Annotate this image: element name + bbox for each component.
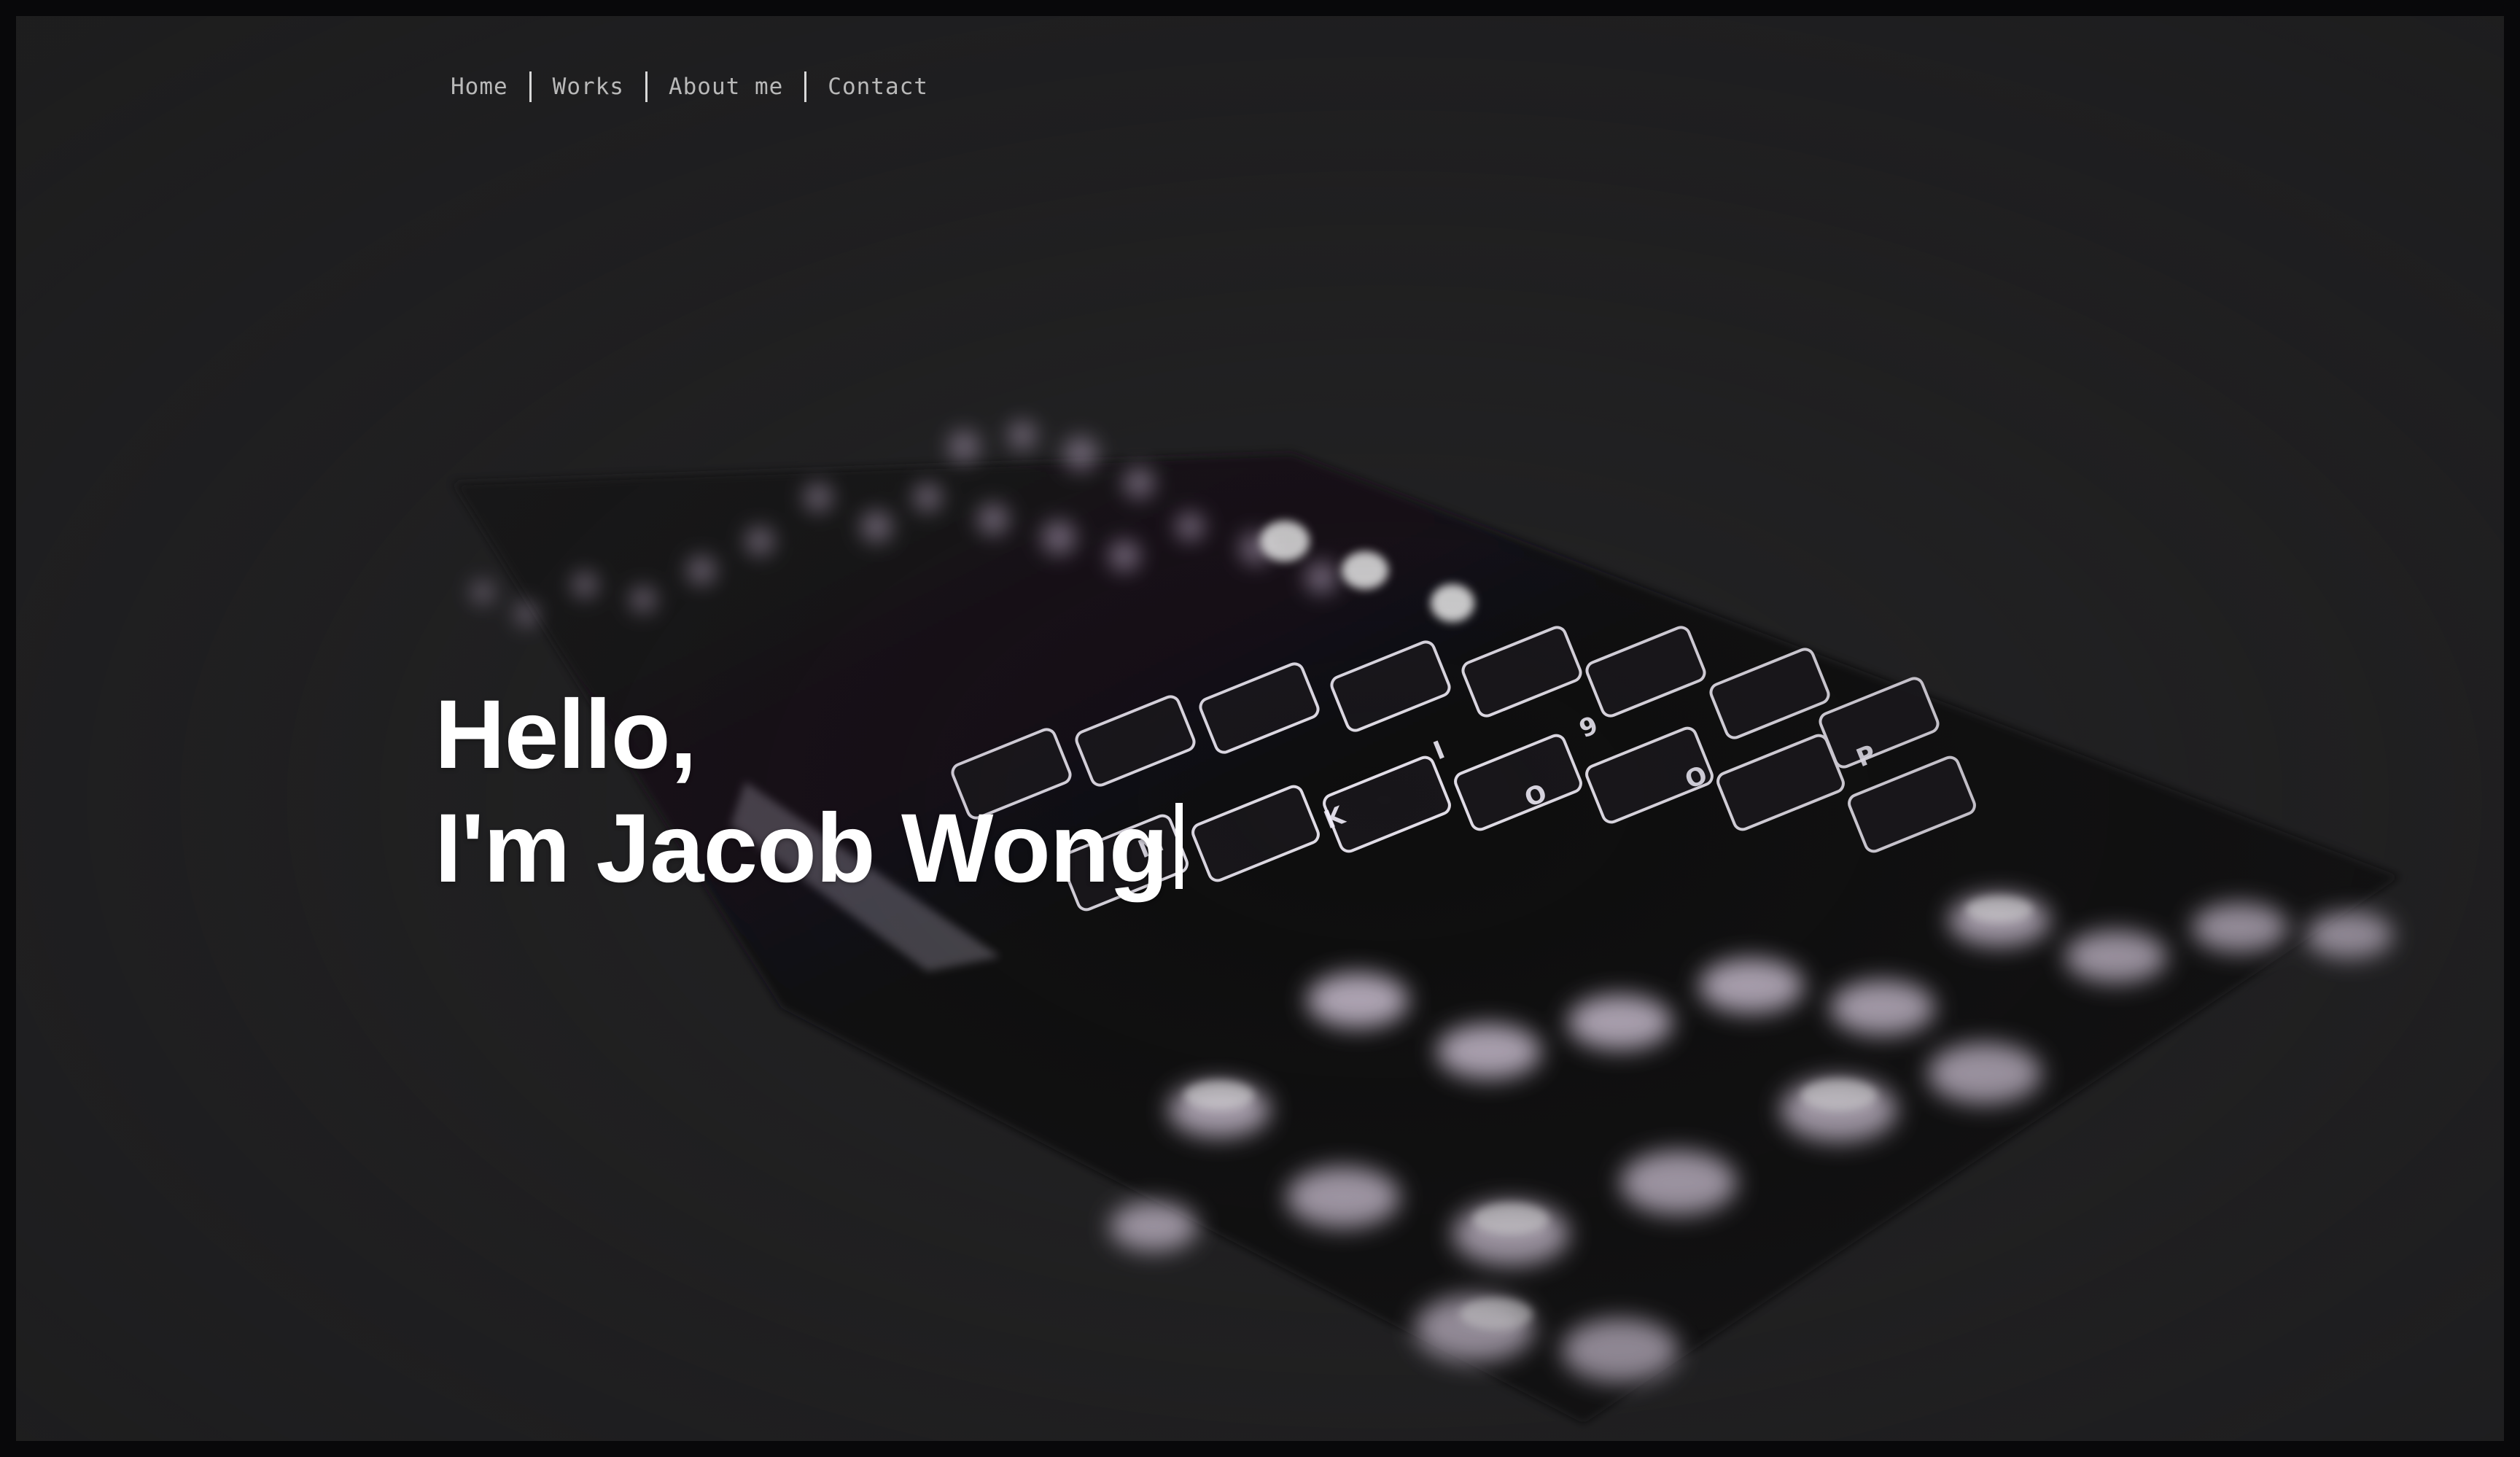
main-nav: Home Works About me Contact bbox=[451, 71, 949, 103]
nav-link-home[interactable]: Home bbox=[451, 71, 529, 103]
nav-item-works[interactable]: Works bbox=[532, 71, 645, 103]
nav-item-about-me[interactable]: About me bbox=[648, 71, 804, 103]
nav-item-home[interactable]: Home bbox=[451, 71, 529, 103]
page-viewport: M K O O I 9 P bbox=[16, 16, 2504, 1441]
browser-frame: M K O O I 9 P bbox=[0, 0, 2520, 1457]
hero-headline: Hello, I'm Jacob Wong bbox=[435, 678, 1183, 906]
typing-cursor bbox=[1175, 802, 1183, 889]
nav-link-contact[interactable]: Contact bbox=[806, 71, 949, 103]
hero-greeting: Hello, bbox=[435, 680, 697, 789]
hero-intro: I'm Jacob Wong bbox=[435, 793, 1169, 903]
nav-item-contact[interactable]: Contact bbox=[806, 71, 949, 103]
nav-link-about-me[interactable]: About me bbox=[648, 71, 804, 103]
hero-intro-line: I'm Jacob Wong bbox=[435, 792, 1183, 906]
nav-link-works[interactable]: Works bbox=[532, 71, 645, 103]
keyboard-background-image: M K O O I 9 P bbox=[16, 16, 2504, 1441]
